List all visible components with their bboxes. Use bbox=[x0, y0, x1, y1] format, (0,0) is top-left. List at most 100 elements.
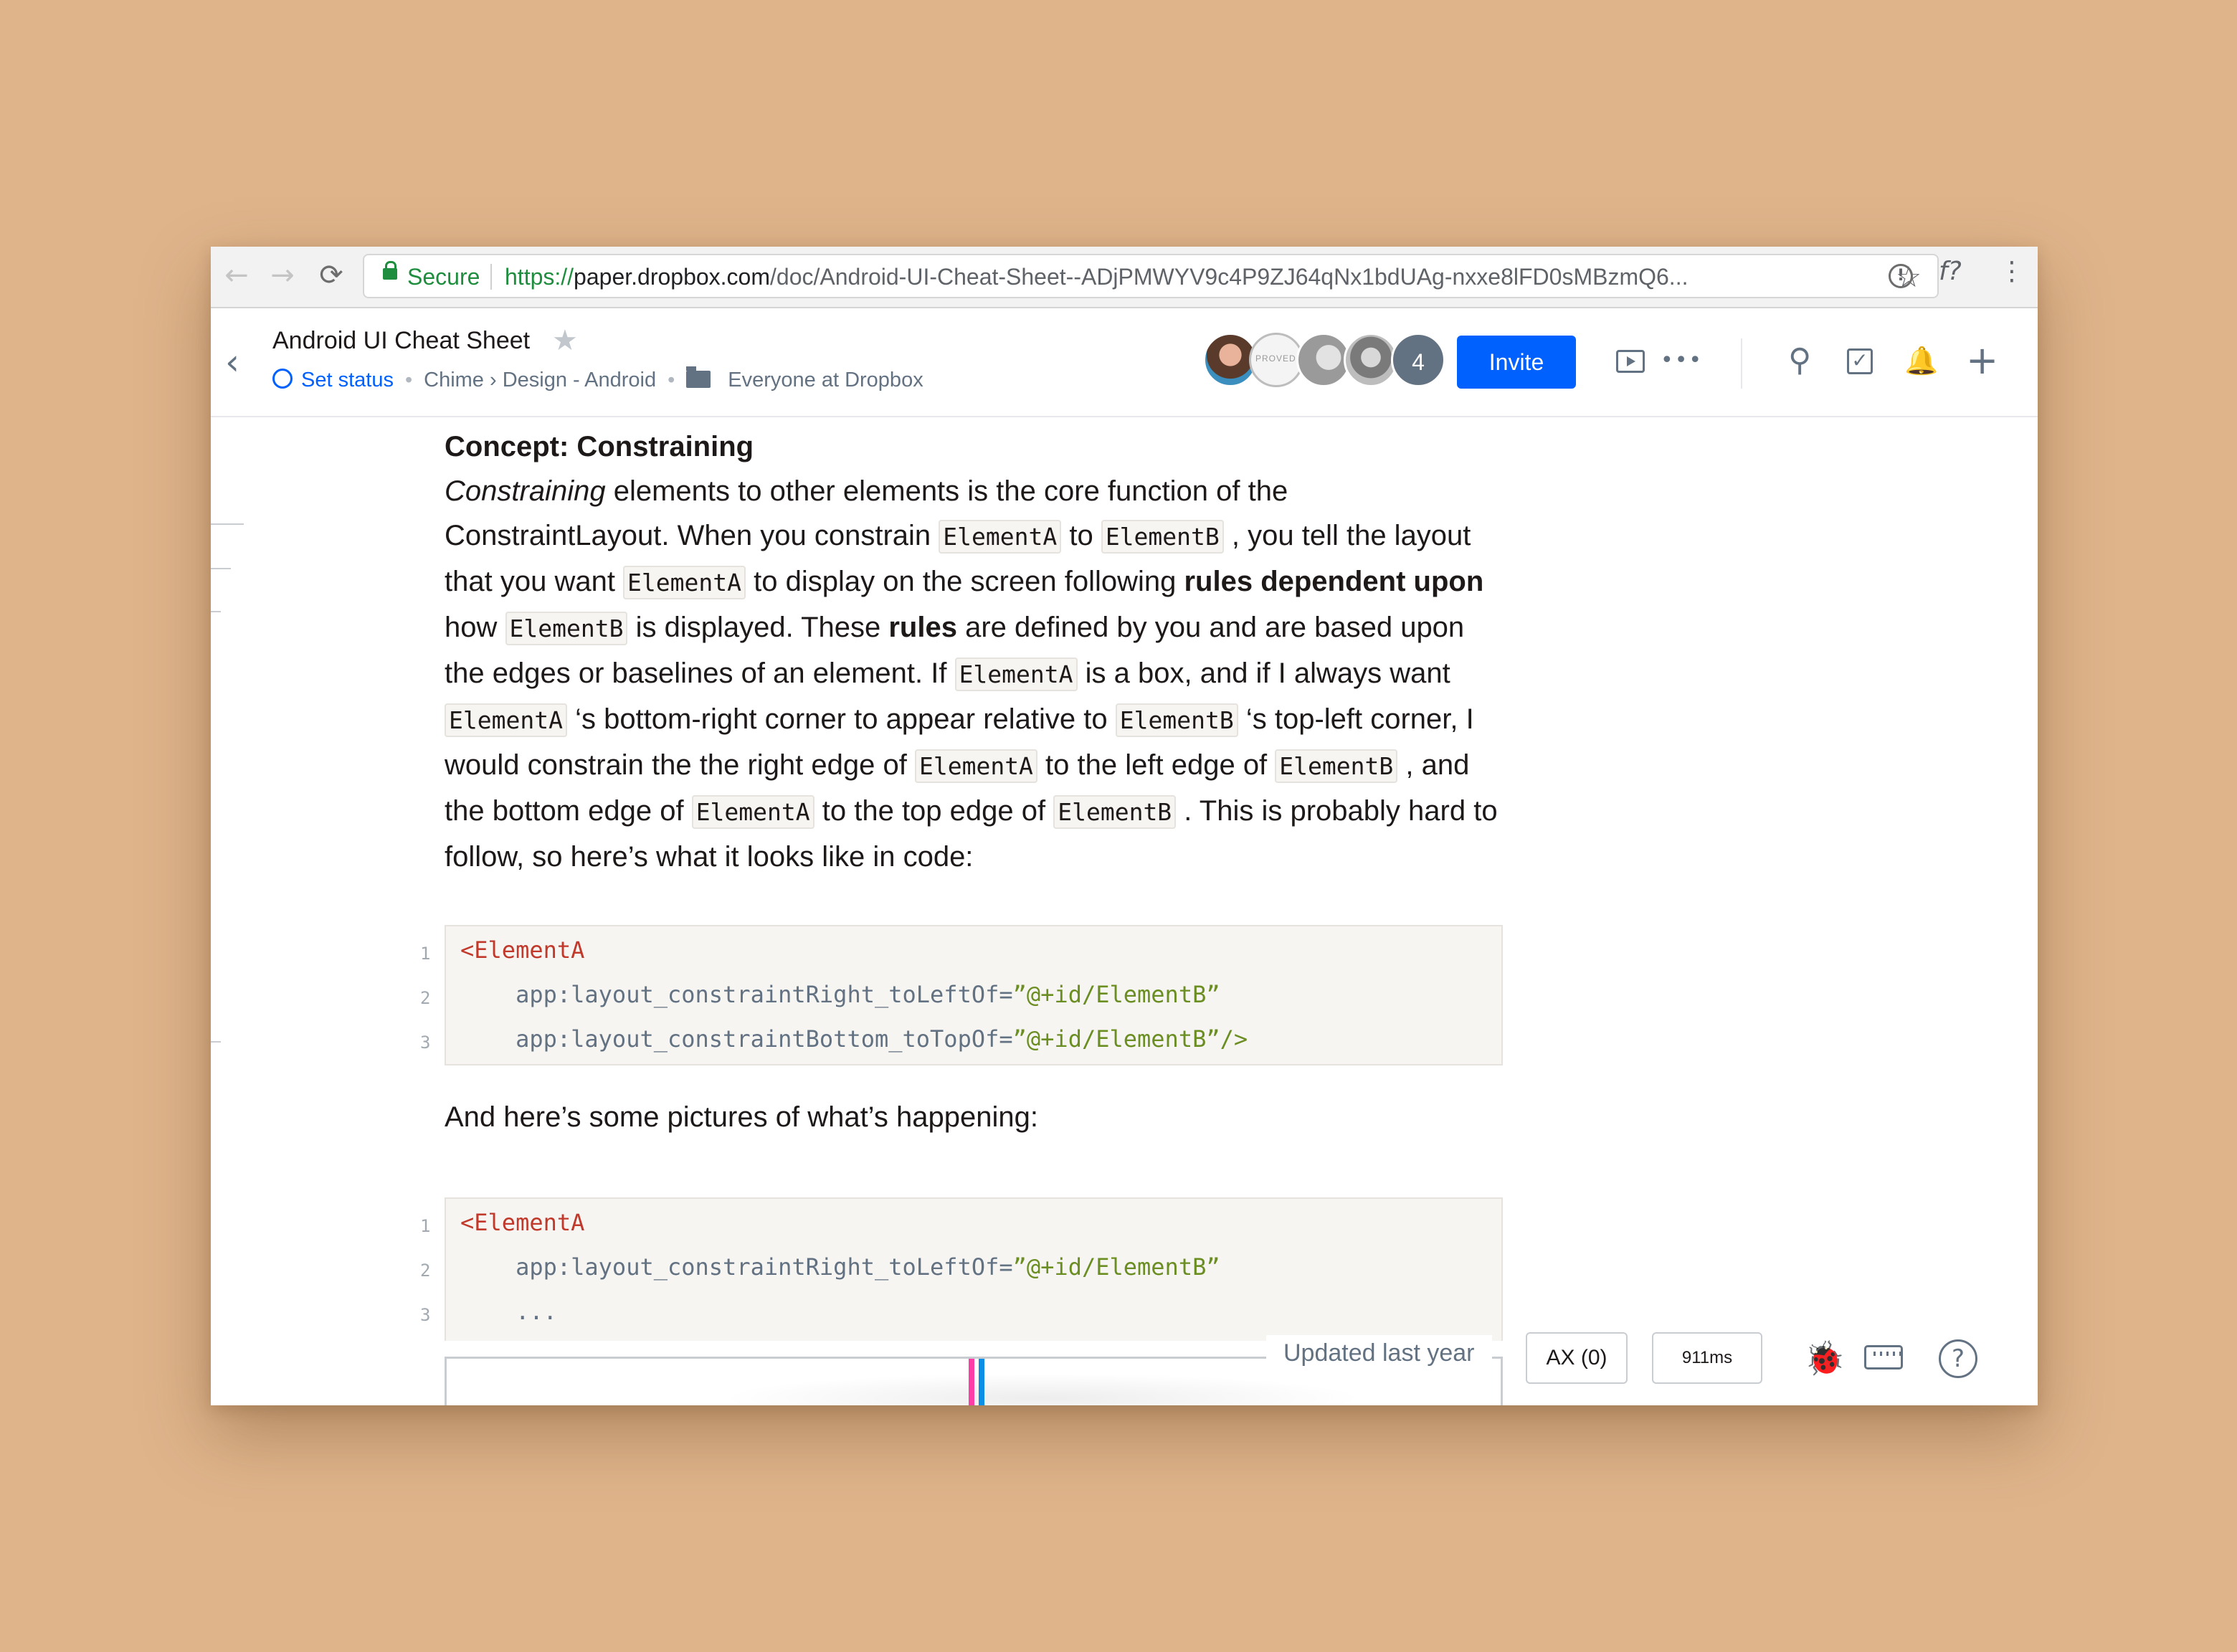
pink-guide-line bbox=[969, 1359, 974, 1405]
browser-window: ← → ⟳ Secure https://paper.dropbox.com/d… bbox=[211, 247, 2038, 1405]
gutter-marker bbox=[211, 568, 231, 569]
address-bar[interactable]: Secure https://paper.dropbox.com/doc/And… bbox=[363, 254, 1939, 298]
more-options-icon[interactable]: ••• bbox=[1661, 343, 1703, 379]
add-icon[interactable]: + bbox=[1966, 341, 1998, 380]
doc-title[interactable]: Android UI Cheat Sheet bbox=[272, 327, 530, 355]
present-play-icon[interactable] bbox=[1616, 350, 1645, 373]
code-line: <ElementA bbox=[460, 936, 584, 964]
code-line: ... bbox=[460, 1298, 557, 1325]
blue-guide-line bbox=[979, 1359, 984, 1405]
code-line: app:layout_constraintRight_toLeftOf=”@+i… bbox=[460, 1253, 1220, 1281]
line-number: 2 bbox=[420, 1261, 431, 1281]
back-arrow-icon[interactable]: ← bbox=[221, 260, 252, 291]
checkbox-todo-icon[interactable]: ✓ bbox=[1847, 348, 1873, 374]
inline-code: ElementA bbox=[939, 520, 1062, 554]
lock-icon bbox=[383, 261, 397, 280]
code-string: ”@+id/ElementB” bbox=[1012, 1253, 1220, 1281]
inline-code: ElementB bbox=[505, 612, 628, 645]
bold-text: rules bbox=[888, 612, 957, 643]
favorite-star-icon[interactable]: ★ bbox=[552, 324, 578, 357]
doc-header: ‹ Android UI Cheat Sheet ★ Set status • Ch… bbox=[211, 308, 2038, 417]
collaborator-avatars[interactable]: 4 bbox=[1203, 333, 1447, 390]
paragraph-text: how bbox=[445, 612, 505, 643]
gutter-marker bbox=[211, 611, 221, 612]
timing-button[interactable]: 911ms bbox=[1652, 1332, 1762, 1384]
avatar[interactable] bbox=[1296, 333, 1351, 387]
code-tag: <ElementA bbox=[460, 936, 585, 964]
gutter-marker bbox=[211, 523, 244, 525]
notifications-bell-icon[interactable]: 🔔 bbox=[1904, 343, 1938, 379]
url-scheme: https:// bbox=[505, 264, 574, 290]
secure-label: Secure bbox=[407, 264, 480, 290]
browser-menu-icon[interactable]: ⋮ bbox=[1999, 257, 2025, 286]
reload-icon[interactable]: ⟳ bbox=[315, 260, 347, 291]
inline-code: ElementB bbox=[1275, 749, 1398, 783]
body-paragraph[interactable]: Constraining elements to other elements … bbox=[445, 469, 1506, 879]
code-string: ”@+id/ElementB”/> bbox=[1012, 1025, 1248, 1053]
invite-button[interactable]: Invite bbox=[1457, 336, 1576, 389]
url-path: /doc/Android-UI-Cheat-Sheet--ADjPMWYV9c4… bbox=[770, 264, 1689, 290]
inline-code: ElementA bbox=[445, 703, 567, 737]
line-number: 3 bbox=[420, 1305, 431, 1325]
code-attribute: app:layout_constraintBottom_toTopOf= bbox=[460, 1025, 1013, 1053]
bold-text: rules dependent upon bbox=[1184, 566, 1484, 597]
breadcrumb[interactable]: Chime › Design - Android bbox=[424, 369, 656, 391]
collaborator-count-badge[interactable]: 4 bbox=[1391, 333, 1445, 387]
code-block[interactable]: 1 <ElementA 2 app:layout_constraintRight… bbox=[420, 1197, 1503, 1341]
paragraph-text: to display on the screen following bbox=[746, 566, 1184, 597]
code-line: app:layout_constraintRight_toLeftOf=”@+i… bbox=[460, 981, 1220, 1008]
doc-meta: Set status • Chime › Design - Android • Ever… bbox=[272, 366, 923, 392]
avatar[interactable] bbox=[1344, 333, 1398, 387]
extension-formula-icon[interactable]: f? bbox=[1939, 257, 1962, 286]
search-icon[interactable]: ⚲ bbox=[1788, 342, 1811, 379]
omnibox-divider bbox=[490, 264, 492, 290]
set-status-link[interactable]: Set status bbox=[301, 369, 394, 391]
document-body[interactable]: Concept: Constraining Constraining eleme… bbox=[211, 417, 2038, 1405]
line-number: 1 bbox=[420, 944, 431, 964]
code-attribute: ... bbox=[460, 1298, 557, 1325]
body-paragraph[interactable]: And here’s some pictures of what’s happe… bbox=[445, 1101, 1038, 1134]
paragraph-text: is a box, and if I always want bbox=[1077, 658, 1450, 689]
keyboard-icon[interactable] bbox=[1864, 1345, 1903, 1369]
url-text[interactable]: https://paper.dropbox.com/doc/Android-UI… bbox=[505, 264, 1867, 290]
back-chevron-icon[interactable]: ‹ bbox=[225, 341, 239, 383]
help-icon[interactable]: ? bbox=[1939, 1339, 1977, 1378]
code-attribute: app:layout_constraintRight_toLeftOf= bbox=[460, 1253, 1013, 1281]
line-number: 1 bbox=[420, 1216, 431, 1236]
avatar[interactable] bbox=[1249, 333, 1303, 387]
inline-code: ElementB bbox=[1101, 520, 1224, 554]
browser-toolbar: ← → ⟳ Secure https://paper.dropbox.com/d… bbox=[211, 247, 2038, 308]
paragraph-text: to bbox=[1061, 520, 1101, 551]
updated-timestamp: Updated last year bbox=[1266, 1335, 1492, 1372]
paragraph-text: to the left edge of bbox=[1037, 749, 1276, 781]
inline-code: ElementB bbox=[1115, 703, 1238, 737]
extension-info-icon[interactable]: ! bbox=[1889, 264, 1913, 288]
inline-code: ElementA bbox=[914, 749, 1037, 783]
emphasis-text: Constraining bbox=[445, 475, 606, 507]
code-tag: <ElementA bbox=[460, 1209, 585, 1236]
line-number: 2 bbox=[420, 988, 431, 1008]
sharing-label[interactable]: Everyone at Dropbox bbox=[728, 369, 923, 391]
team-folder-icon bbox=[686, 366, 711, 388]
inline-code: ElementB bbox=[1053, 795, 1177, 829]
paragraph-text: to the top edge of bbox=[814, 795, 1054, 827]
gutter-marker bbox=[211, 1041, 221, 1043]
image-shadow bbox=[719, 1373, 1364, 1405]
code-line: app:layout_constraintBottom_toTopOf=”@+i… bbox=[460, 1025, 1248, 1053]
forward-arrow-icon[interactable]: → bbox=[267, 260, 298, 291]
bug-icon[interactable]: 🐞 bbox=[1804, 1337, 1845, 1380]
inline-code: ElementA bbox=[691, 795, 814, 829]
url-host: paper.dropbox.com bbox=[574, 264, 770, 290]
status-circle-icon bbox=[272, 369, 293, 389]
meta-separator: • bbox=[668, 369, 675, 391]
paragraph-text: is displayed. These bbox=[627, 612, 889, 643]
inline-code: ElementA bbox=[623, 566, 746, 599]
meta-separator: • bbox=[404, 369, 413, 391]
ax-button[interactable]: AX (0) bbox=[1526, 1332, 1628, 1384]
code-string: ”@+id/ElementB” bbox=[1012, 981, 1220, 1008]
code-line: <ElementA bbox=[460, 1209, 584, 1236]
code-block[interactable]: 1 <ElementA 2 app:layout_constraintRight… bbox=[420, 925, 1503, 1065]
section-heading[interactable]: Concept: Constraining bbox=[445, 424, 1506, 469]
header-divider bbox=[1741, 338, 1742, 389]
paragraph-text: ‘s bottom-right corner to appear relativ… bbox=[566, 703, 1116, 735]
